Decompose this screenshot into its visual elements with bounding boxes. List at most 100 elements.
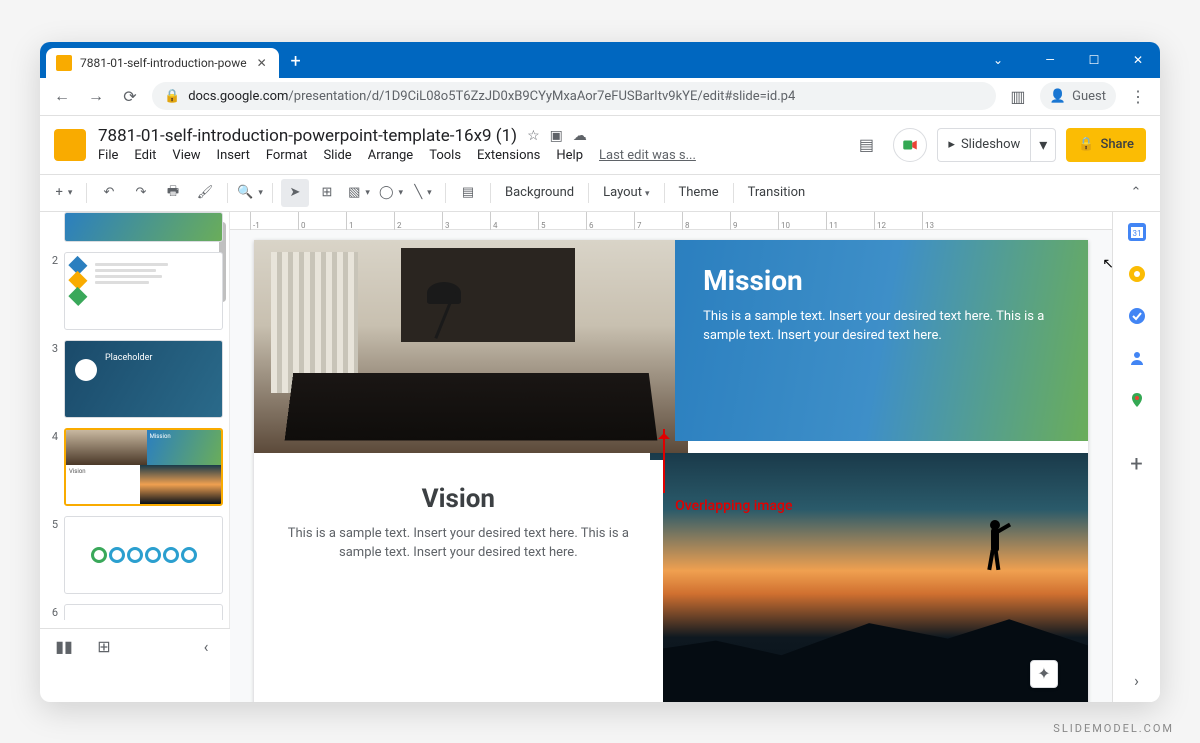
panel-icon[interactable]: ▥ (1006, 84, 1030, 108)
slides-favicon-icon (56, 55, 72, 71)
app-header: 7881-01-self-introduction-powerpoint-tem… (40, 116, 1160, 174)
calendar-addon-icon[interactable]: 31 (1127, 222, 1147, 242)
menu-arrange[interactable]: Arrange (368, 148, 413, 163)
chevron-down-icon[interactable]: ⌄ (976, 42, 1020, 78)
cloud-icon[interactable]: ☁ (573, 128, 587, 144)
comment-tool[interactable]: ▤ (454, 179, 482, 207)
slideshow-dropdown[interactable]: ▾ (1030, 128, 1056, 162)
theme-button[interactable]: Theme (673, 185, 725, 200)
cursor-icon: ↖ (1102, 256, 1114, 272)
comments-button[interactable]: ▤ (849, 128, 883, 162)
watermark: SLIDEMODEL.COM (1053, 722, 1174, 735)
tab-title: 7881-01-self-introduction-powe (80, 56, 247, 70)
close-window-button[interactable]: ✕ (1116, 42, 1160, 78)
collapse-toolbar-icon[interactable]: ⌃ (1122, 179, 1150, 207)
slide-canvas[interactable]: Mission This is a sample text. Insert yo… (254, 240, 1088, 702)
vision-block[interactable]: Vision This is a sample text. Insert you… (254, 460, 663, 702)
view-switcher: ▮▮ ⊞ ‹ (40, 628, 230, 664)
maximize-button[interactable]: ☐ (1072, 42, 1116, 78)
user-icon: 👤 (1050, 89, 1066, 104)
slideshow-button[interactable]: ▸ Slideshow (937, 128, 1030, 162)
slide-thumb-6[interactable] (64, 604, 223, 620)
url-field[interactable]: 🔒 docs.google.com/presentation/d/1D9CiL0… (152, 82, 996, 110)
office-image[interactable] (254, 240, 688, 453)
svg-text:31: 31 (1132, 229, 1141, 238)
annotation-arrow-icon (663, 429, 665, 493)
paint-format-button[interactable]: 🖌 (191, 179, 219, 207)
menu-extensions[interactable]: Extensions (477, 148, 540, 163)
menu-slide[interactable]: Slide (323, 148, 351, 163)
lock-icon: 🔒 (164, 89, 180, 104)
menu-file[interactable]: File (98, 148, 118, 163)
canvas-panel: -1012345678910111213 Mission This is a s… (230, 212, 1112, 702)
move-icon[interactable]: ▣ (550, 128, 563, 144)
menubar: File Edit View Insert Format Slide Arran… (98, 148, 837, 163)
slides-logo-icon[interactable] (54, 129, 86, 161)
vision-body: This is a sample text. Insert your desir… (284, 524, 633, 563)
star-icon[interactable]: ☆ (527, 128, 540, 144)
undo-button[interactable]: ↶ (95, 179, 123, 207)
background-button[interactable]: Background (499, 185, 580, 200)
explore-button[interactable]: ✦ (1030, 660, 1058, 688)
kebab-menu-icon[interactable]: ⋮ (1126, 84, 1150, 108)
menu-insert[interactable]: Insert (217, 148, 250, 163)
play-icon: ▸ (948, 137, 955, 152)
minimize-button[interactable]: — (1028, 42, 1072, 78)
hiker-silhouette (983, 514, 1009, 572)
collapse-panel-icon[interactable]: ‹ (196, 636, 216, 656)
back-button[interactable]: ← (50, 84, 74, 108)
toolbar: + ↶ ↷ 🖶 🖌 🔍 ➤ ⊞ ▧ ◯ ╲ ▤ Background Layou… (40, 174, 1160, 212)
thumbnail-panel[interactable]: 2 3 Placeholder 4 Mission Vision (40, 212, 230, 628)
line-tool[interactable]: ╲ (409, 179, 437, 207)
url-text: docs.google.com/presentation/d/1D9CiL08o… (188, 89, 795, 104)
browser-tab[interactable]: 7881-01-self-introduction-powe ✕ (46, 48, 279, 78)
hide-side-panel-icon[interactable]: › (1134, 671, 1139, 690)
horizontal-ruler[interactable]: -1012345678910111213 (230, 212, 1112, 230)
guest-label: Guest (1072, 89, 1106, 104)
annotation-label: Overlapping image (675, 498, 792, 514)
menu-format[interactable]: Format (266, 148, 308, 163)
add-addon-button[interactable]: + (1130, 452, 1142, 477)
mission-block[interactable]: Mission This is a sample text. Insert yo… (675, 240, 1088, 442)
doc-title[interactable]: 7881-01-self-introduction-powerpoint-tem… (98, 126, 517, 146)
new-tab-button[interactable]: + (283, 49, 309, 75)
slide-thumb-4[interactable]: Mission Vision (64, 428, 223, 506)
select-tool[interactable]: ➤ (281, 179, 309, 207)
content-area: 2 3 Placeholder 4 Mission Vision (40, 212, 1160, 702)
shape-tool[interactable]: ◯ (377, 179, 405, 207)
redo-button[interactable]: ↷ (127, 179, 155, 207)
slide-thumb-3[interactable]: Placeholder (64, 340, 223, 418)
textbox-tool[interactable]: ⊞ (313, 179, 341, 207)
print-button[interactable]: 🖶 (159, 179, 187, 207)
landscape-image[interactable] (650, 453, 1088, 702)
contacts-addon-icon[interactable] (1127, 348, 1147, 368)
slide-thumb-1[interactable] (64, 212, 223, 242)
layout-button[interactable]: Layout (597, 185, 655, 200)
grid-view-icon[interactable]: ⊞ (94, 636, 114, 656)
image-tool[interactable]: ▧ (345, 179, 373, 207)
close-tab-icon[interactable]: ✕ (255, 56, 269, 70)
forward-button[interactable]: → (84, 84, 108, 108)
menu-edit[interactable]: Edit (134, 148, 156, 163)
keep-addon-icon[interactable] (1127, 264, 1147, 284)
slide-thumb-5[interactable] (64, 516, 223, 594)
zoom-button[interactable]: 🔍 (236, 179, 264, 207)
mission-body: This is a sample text. Insert your desir… (703, 307, 1060, 346)
menu-help[interactable]: Help (556, 148, 583, 163)
tab-strip: 7881-01-self-introduction-powe ✕ + (40, 42, 309, 78)
new-slide-button[interactable]: + (50, 179, 78, 207)
menu-tools[interactable]: Tools (429, 148, 461, 163)
share-button[interactable]: 🔒 Share (1066, 128, 1146, 162)
side-addons-panel: 31 + › (1112, 212, 1160, 702)
guest-profile[interactable]: 👤 Guest (1040, 82, 1116, 110)
vision-title: Vision (284, 484, 633, 514)
filmstrip-view-icon[interactable]: ▮▮ (54, 636, 74, 656)
last-edit-link[interactable]: Last edit was s... (599, 148, 696, 163)
transition-button[interactable]: Transition (742, 185, 812, 200)
meet-button[interactable] (893, 128, 927, 162)
menu-view[interactable]: View (172, 148, 200, 163)
maps-addon-icon[interactable] (1127, 390, 1147, 410)
tasks-addon-icon[interactable] (1127, 306, 1147, 326)
reload-button[interactable]: ⟳ (118, 84, 142, 108)
slide-thumb-2[interactable] (64, 252, 223, 330)
